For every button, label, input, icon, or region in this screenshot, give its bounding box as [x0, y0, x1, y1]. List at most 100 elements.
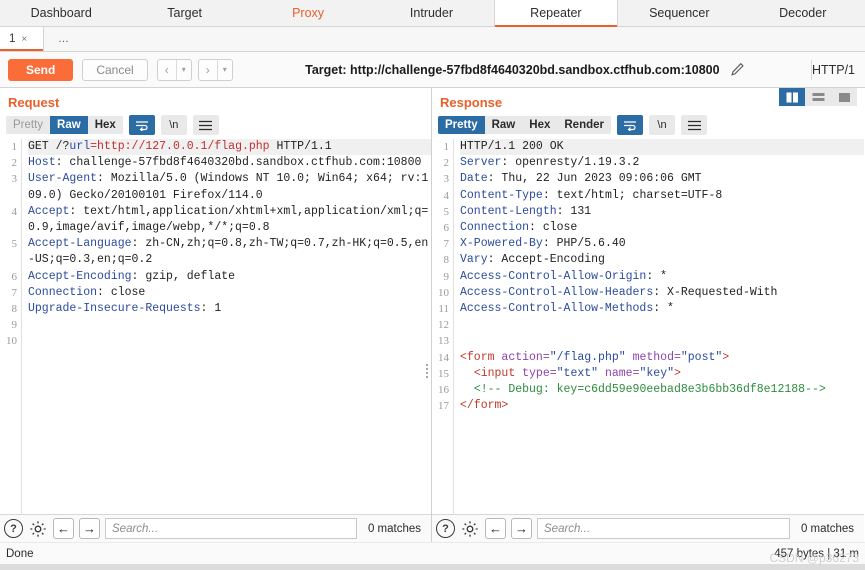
side-by-side-view-button[interactable]	[779, 88, 805, 106]
code-line: Date: Thu, 22 Jun 2023 09:06:06 GMT	[460, 172, 702, 186]
chevron-down-icon[interactable]: ▾	[177, 65, 191, 74]
status-message: Done	[6, 547, 34, 560]
main-tab-bar: Dashboard Target Proxy Intruder Repeater Sequ…	[0, 0, 865, 27]
code-line: Connection: close	[28, 285, 146, 299]
burp-repeater-window: Dashboard Target Proxy Intruder Repeater Sequ…	[0, 0, 865, 570]
send-button[interactable]: Send	[8, 58, 74, 81]
close-icon[interactable]: ×	[21, 34, 27, 45]
response-body-text[interactable]: HTTP/1.1 200 OK Server: openresty/1.19.3.…	[454, 139, 864, 514]
response-view-hex[interactable]: Hex	[522, 116, 558, 134]
cancel-button[interactable]: Cancel	[82, 58, 148, 81]
response-line-numbers: 1 2 3 4 5 6 7 8 9 10 11 12 13 14 15 16 17	[432, 139, 454, 514]
status-bar: Done 457 bytes | 31 m CSDN @p36273	[0, 542, 865, 565]
tab-repeater[interactable]: Repeater	[493, 0, 619, 27]
tab-sequencer[interactable]: Sequencer	[618, 0, 741, 26]
response-editor[interactable]: 1 2 3 4 5 6 7 8 9 10 11 12 13 14 15 16 17 HTTP/1.1 200 O…	[432, 139, 864, 514]
response-view-render[interactable]: Render	[557, 116, 611, 134]
newline-icon[interactable]: \n	[160, 115, 187, 135]
response-pane: Response Pretty Raw Hex Render \n 123456789…	[432, 88, 864, 542]
response-view-toolbar: Pretty Raw Hex Render \n	[432, 113, 864, 139]
hamburger-menu-icon[interactable]	[192, 115, 219, 135]
line-number: 14	[438, 351, 449, 364]
tab-label: Repeater	[530, 6, 582, 20]
line-number: 3	[11, 173, 18, 186]
tab-label: Intruder	[409, 6, 454, 20]
line-number: 2	[11, 157, 18, 170]
gear-icon[interactable]	[28, 519, 48, 539]
hamburger-menu-icon[interactable]	[681, 115, 707, 135]
response-view-raw[interactable]: Raw	[484, 116, 523, 134]
code-line: Accept-Encoding: gzip, deflate	[28, 269, 236, 283]
line-number: 8	[443, 254, 450, 267]
request-view-raw[interactable]: Raw	[50, 116, 88, 134]
code-line: Content-Length: 131	[460, 204, 592, 218]
go-back-button[interactable]: ‹ ▾	[156, 58, 192, 81]
response-search-input[interactable]	[537, 518, 790, 539]
word-wrap-icon[interactable]	[128, 115, 155, 135]
code-line: Content-Type: text/html; charset=UTF-8	[460, 188, 723, 202]
line-number: 11	[438, 303, 449, 316]
request-editor[interactable]: 1 2 3 4 5 6 7 8 9 10 GET /?url=http://127.0.0.1/f…	[0, 139, 431, 514]
go-forward-button[interactable]: › ▾	[197, 58, 233, 81]
request-pane: Request Pretty Raw Hex \n 1 2 3 4 5 6 7 8 9 10 GET …	[0, 88, 432, 542]
request-view-hex[interactable]: Hex	[87, 116, 123, 134]
tab-label: Sequencer	[649, 6, 710, 20]
line-number: 17	[438, 400, 449, 413]
help-icon[interactable]: ?	[4, 519, 23, 538]
tab-intruder[interactable]: Intruder	[370, 0, 493, 26]
search-prev-button[interactable]: ←	[485, 518, 506, 539]
line-number: 7	[11, 286, 18, 299]
single-view-button[interactable]	[831, 88, 857, 106]
response-search-bar: ? ← → 0 matches	[432, 514, 864, 542]
tab-target[interactable]: Target	[123, 0, 246, 26]
window-edge	[0, 564, 865, 570]
help-icon[interactable]: ?	[436, 519, 455, 538]
response-view-pretty[interactable]: Pretty	[438, 116, 485, 134]
request-view-toolbar: Pretty Raw Hex \n	[0, 113, 431, 139]
newline-icon[interactable]: \n	[649, 115, 675, 135]
tab-label: Proxy	[292, 6, 325, 20]
chevron-right-icon: ›	[205, 62, 210, 77]
tab-decoder[interactable]: Decoder	[742, 0, 865, 26]
line-number: 10	[438, 286, 449, 299]
request-search-bar: ? ← → 0 matches	[0, 514, 431, 542]
line-number: 6	[443, 222, 450, 235]
target-area: Target: http://challenge-57fbd8f4640320b…	[239, 62, 811, 77]
search-prev-button[interactable]: ←	[53, 518, 74, 539]
line-number: 16	[438, 384, 449, 397]
request-search-input[interactable]	[105, 518, 357, 539]
search-next-button[interactable]: →	[79, 518, 100, 539]
code-line: </form>	[460, 399, 509, 413]
word-wrap-icon[interactable]	[617, 115, 643, 135]
gear-icon[interactable]	[460, 519, 480, 539]
tab-proxy[interactable]: Proxy	[247, 0, 370, 26]
code-line: Server: openresty/1.19.3.2	[460, 156, 640, 170]
request-body-text[interactable]: GET /?url=http://127.0.0.1/flag.php HTTP…	[22, 139, 431, 514]
pane-resize-handle[interactable]	[426, 364, 428, 378]
code-line: <form action="/flag.php" method="post">	[460, 350, 730, 364]
tab-label: Dashboard	[30, 6, 92, 20]
code-line: Connection: close	[460, 221, 578, 235]
request-title: Request	[0, 88, 431, 113]
line-number: 5	[443, 205, 450, 218]
pencil-icon[interactable]	[730, 62, 745, 77]
line-number: 13	[438, 335, 449, 348]
repeater-tab-1[interactable]: 1 ×	[0, 27, 44, 51]
http-version-label: HTTP/1	[811, 62, 855, 77]
stacked-view-button[interactable]	[805, 88, 831, 106]
tab-dashboard[interactable]: Dashboard	[0, 0, 123, 26]
code-line: Upgrade-Insecure-Requests: 1	[28, 302, 222, 316]
line-number: 6	[11, 270, 18, 283]
line-number: 2	[443, 157, 450, 170]
code-line: Host: challenge-57fbd8f4640320bd.sandbox…	[28, 156, 422, 170]
search-next-button[interactable]: →	[511, 518, 532, 539]
code-line: HTTP/1.1 200 OK	[460, 139, 864, 156]
new-tab-button[interactable]: …	[44, 27, 84, 51]
chevron-down-icon[interactable]: ▾	[218, 65, 232, 74]
request-view-pretty[interactable]: Pretty	[6, 116, 51, 134]
line-number: 5	[11, 238, 18, 251]
